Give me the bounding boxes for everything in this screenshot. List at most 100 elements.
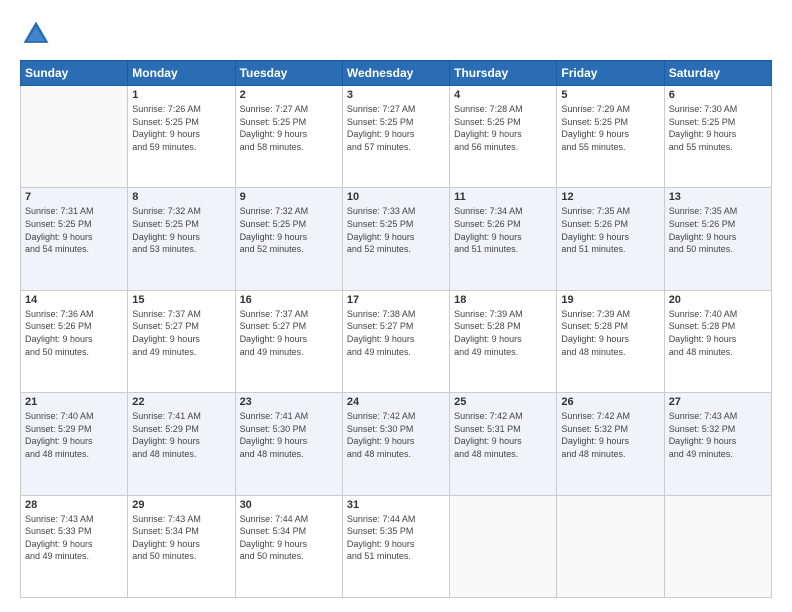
day-header-tuesday: Tuesday xyxy=(235,61,342,86)
day-number: 7 xyxy=(25,191,123,203)
day-number: 24 xyxy=(347,396,445,408)
cell-info: Sunrise: 7:27 AMSunset: 5:25 PMDaylight:… xyxy=(347,103,445,153)
day-number: 8 xyxy=(132,191,230,203)
day-number: 18 xyxy=(454,294,552,306)
cell-info: Sunrise: 7:27 AMSunset: 5:25 PMDaylight:… xyxy=(240,103,338,153)
table-row: 29 Sunrise: 7:43 AMSunset: 5:34 PMDayligh… xyxy=(128,495,235,597)
table-row: 22 Sunrise: 7:41 AMSunset: 5:29 PMDayligh… xyxy=(128,393,235,495)
cell-info: Sunrise: 7:44 AMSunset: 5:34 PMDaylight:… xyxy=(240,513,338,563)
day-header-sunday: Sunday xyxy=(21,61,128,86)
day-number: 1 xyxy=(132,89,230,101)
table-row xyxy=(557,495,664,597)
day-header-wednesday: Wednesday xyxy=(342,61,449,86)
table-row: 11 Sunrise: 7:34 AMSunset: 5:26 PMDayligh… xyxy=(450,188,557,290)
cell-info: Sunrise: 7:41 AMSunset: 5:29 PMDaylight:… xyxy=(132,410,230,460)
cell-info: Sunrise: 7:37 AMSunset: 5:27 PMDaylight:… xyxy=(132,308,230,358)
day-number: 14 xyxy=(25,294,123,306)
table-row: 1 Sunrise: 7:26 AMSunset: 5:25 PMDaylight… xyxy=(128,86,235,188)
day-number: 25 xyxy=(454,396,552,408)
day-header-friday: Friday xyxy=(557,61,664,86)
cell-info: Sunrise: 7:42 AMSunset: 5:30 PMDaylight:… xyxy=(347,410,445,460)
cell-info: Sunrise: 7:41 AMSunset: 5:30 PMDaylight:… xyxy=(240,410,338,460)
table-row: 16Sunrise: 7:37 AMSunset: 5:27 PMDayligh… xyxy=(235,290,342,392)
table-row: 12 Sunrise: 7:35 AMSunset: 5:26 PMDayligh… xyxy=(557,188,664,290)
cell-info: Sunrise: 7:43 AMSunset: 5:34 PMDaylight:… xyxy=(132,513,230,563)
table-row: 31 Sunrise: 7:44 AMSunset: 5:35 PMDayligh… xyxy=(342,495,449,597)
table-row: 23Sunrise: 7:41 AMSunset: 5:30 PMDayligh… xyxy=(235,393,342,495)
day-number: 29 xyxy=(132,499,230,511)
cell-info: Sunrise: 7:31 AMSunset: 5:25 PMDaylight:… xyxy=(25,205,123,255)
day-number: 30 xyxy=(240,499,338,511)
day-header-monday: Monday xyxy=(128,61,235,86)
day-number: 31 xyxy=(347,499,445,511)
table-row xyxy=(21,86,128,188)
cell-info: Sunrise: 7:32 AMSunset: 5:25 PMDaylight:… xyxy=(240,205,338,255)
day-number: 2 xyxy=(240,89,338,101)
day-number: 15 xyxy=(132,294,230,306)
table-row: 21Sunrise: 7:40 AMSunset: 5:29 PMDayligh… xyxy=(21,393,128,495)
day-number: 28 xyxy=(25,499,123,511)
day-number: 16 xyxy=(240,294,338,306)
logo xyxy=(20,18,58,50)
day-number: 9 xyxy=(240,191,338,203)
cell-info: Sunrise: 7:38 AMSunset: 5:27 PMDaylight:… xyxy=(347,308,445,358)
cell-info: Sunrise: 7:34 AMSunset: 5:26 PMDaylight:… xyxy=(454,205,552,255)
day-number: 3 xyxy=(347,89,445,101)
cell-info: Sunrise: 7:35 AMSunset: 5:26 PMDaylight:… xyxy=(669,205,767,255)
table-row: 14 Sunrise: 7:36 AMSunset: 5:26 PMDayligh… xyxy=(21,290,128,392)
table-row: 18 Sunrise: 7:39 AMSunset: 5:28 PMDayligh… xyxy=(450,290,557,392)
day-header-thursday: Thursday xyxy=(450,61,557,86)
table-row: 5 Sunrise: 7:29 AMSunset: 5:25 PMDaylight… xyxy=(557,86,664,188)
cell-info: Sunrise: 7:39 AMSunset: 5:28 PMDaylight:… xyxy=(454,308,552,358)
day-number: 12 xyxy=(561,191,659,203)
day-number: 20 xyxy=(669,294,767,306)
cell-info: Sunrise: 7:39 AMSunset: 5:28 PMDaylight:… xyxy=(561,308,659,358)
table-row: 10 Sunrise: 7:33 AMSunset: 5:25 PMDayligh… xyxy=(342,188,449,290)
cell-info: Sunrise: 7:33 AMSunset: 5:25 PMDaylight:… xyxy=(347,205,445,255)
table-row: 24 Sunrise: 7:42 AMSunset: 5:30 PMDayligh… xyxy=(342,393,449,495)
day-number: 11 xyxy=(454,191,552,203)
day-number: 27 xyxy=(669,396,767,408)
cell-info: Sunrise: 7:36 AMSunset: 5:26 PMDaylight:… xyxy=(25,308,123,358)
table-row: 28Sunrise: 7:43 AMSunset: 5:33 PMDayligh… xyxy=(21,495,128,597)
table-row: 4 Sunrise: 7:28 AMSunset: 5:25 PMDaylight… xyxy=(450,86,557,188)
day-number: 22 xyxy=(132,396,230,408)
day-number: 17 xyxy=(347,294,445,306)
table-row: 20 Sunrise: 7:40 AMSunset: 5:28 PMDayligh… xyxy=(664,290,771,392)
cell-info: Sunrise: 7:40 AMSunset: 5:28 PMDaylight:… xyxy=(669,308,767,358)
cell-info: Sunrise: 7:42 AMSunset: 5:31 PMDaylight:… xyxy=(454,410,552,460)
cell-info: Sunrise: 7:32 AMSunset: 5:25 PMDaylight:… xyxy=(132,205,230,255)
day-header-saturday: Saturday xyxy=(664,61,771,86)
day-number: 6 xyxy=(669,89,767,101)
table-row xyxy=(450,495,557,597)
page: SundayMondayTuesdayWednesdayThursdayFrid… xyxy=(0,0,792,612)
day-number: 13 xyxy=(669,191,767,203)
table-row: 7 Sunrise: 7:31 AMSunset: 5:25 PMDaylight… xyxy=(21,188,128,290)
table-row: 13 Sunrise: 7:35 AMSunset: 5:26 PMDayligh… xyxy=(664,188,771,290)
cell-info: Sunrise: 7:28 AMSunset: 5:25 PMDaylight:… xyxy=(454,103,552,153)
cell-info: Sunrise: 7:29 AMSunset: 5:25 PMDaylight:… xyxy=(561,103,659,153)
table-row: 9 Sunrise: 7:32 AMSunset: 5:25 PMDaylight… xyxy=(235,188,342,290)
cell-info: Sunrise: 7:30 AMSunset: 5:25 PMDaylight:… xyxy=(669,103,767,153)
day-number: 5 xyxy=(561,89,659,101)
cell-info: Sunrise: 7:44 AMSunset: 5:35 PMDaylight:… xyxy=(347,513,445,563)
table-row: 3 Sunrise: 7:27 AMSunset: 5:25 PMDaylight… xyxy=(342,86,449,188)
calendar-table: SundayMondayTuesdayWednesdayThursdayFrid… xyxy=(20,60,772,598)
table-row: 17 Sunrise: 7:38 AMSunset: 5:27 PMDayligh… xyxy=(342,290,449,392)
cell-info: Sunrise: 7:26 AMSunset: 5:25 PMDaylight:… xyxy=(132,103,230,153)
table-row: 27 Sunrise: 7:43 AMSunset: 5:32 PMDayligh… xyxy=(664,393,771,495)
day-number: 4 xyxy=(454,89,552,101)
day-number: 19 xyxy=(561,294,659,306)
cell-info: Sunrise: 7:43 AMSunset: 5:32 PMDaylight:… xyxy=(669,410,767,460)
table-row: 15 Sunrise: 7:37 AMSunset: 5:27 PMDayligh… xyxy=(128,290,235,392)
day-number: 26 xyxy=(561,396,659,408)
cell-info: Sunrise: 7:40 AMSunset: 5:29 PMDaylight:… xyxy=(25,410,123,460)
table-row: 25 Sunrise: 7:42 AMSunset: 5:31 PMDayligh… xyxy=(450,393,557,495)
table-row: 6 Sunrise: 7:30 AMSunset: 5:25 PMDaylight… xyxy=(664,86,771,188)
logo-icon xyxy=(20,18,52,50)
table-row xyxy=(664,495,771,597)
day-number: 10 xyxy=(347,191,445,203)
table-row: 2 Sunrise: 7:27 AMSunset: 5:25 PMDaylight… xyxy=(235,86,342,188)
cell-info: Sunrise: 7:35 AMSunset: 5:26 PMDaylight:… xyxy=(561,205,659,255)
table-row: 30 Sunrise: 7:44 AMSunset: 5:34 PMDayligh… xyxy=(235,495,342,597)
